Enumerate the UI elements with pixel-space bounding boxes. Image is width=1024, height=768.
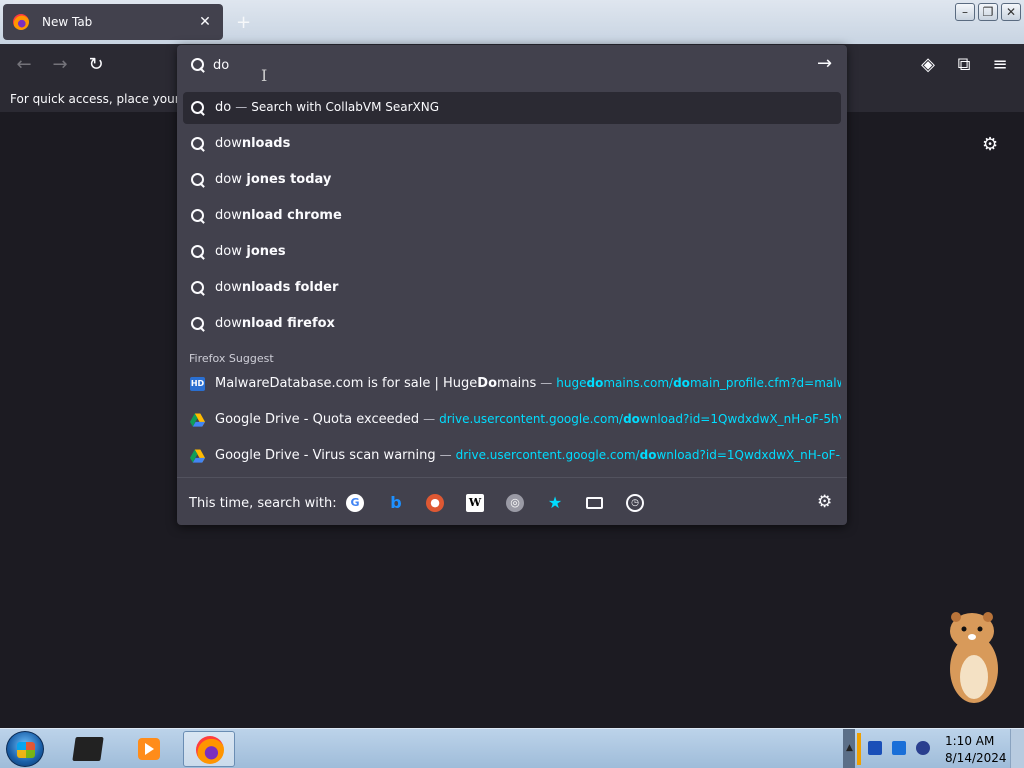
clock-date[interactable]: 8/14/2024 xyxy=(945,751,1007,765)
suggestion-row[interactable]: downloads xyxy=(183,128,841,160)
suggestion-completion: jones today xyxy=(241,172,332,187)
result-title-match: Do xyxy=(477,376,498,391)
media-player-icon xyxy=(138,738,160,760)
suggestion-row[interactable]: downloads folder xyxy=(183,272,841,304)
search-icon xyxy=(191,101,205,115)
result-title: Google Drive - Quota exceeded xyxy=(215,412,420,427)
show-hidden-icons-button[interactable]: ▲ xyxy=(846,743,853,753)
maximize-button[interactable]: ❐ xyxy=(978,3,998,21)
separator: — xyxy=(540,376,553,390)
suggestion-completion: nload chrome xyxy=(241,208,342,223)
tab-new-tab[interactable]: New Tab ✕ xyxy=(3,4,223,40)
taskbar-app-firefox[interactable] xyxy=(183,731,235,767)
suggestion-prefix: dow xyxy=(215,172,242,187)
suggestion-text: do xyxy=(215,100,232,115)
firefox-icon xyxy=(13,14,29,30)
result-title: MalwareDatabase.com is for sale | Huge xyxy=(215,376,478,391)
search-icon xyxy=(191,173,205,187)
tab-title: New Tab xyxy=(42,15,93,29)
search-with-bar: This time, search with: G b ● W ◎ ★ ◷ ⚙ xyxy=(177,477,847,525)
pocket-icon[interactable]: ◈ xyxy=(916,54,940,76)
volume-icon[interactable] xyxy=(916,741,930,755)
new-tab-button[interactable]: + xyxy=(236,12,251,33)
search-icon xyxy=(191,317,205,331)
history-icon[interactable]: ◷ xyxy=(626,494,644,512)
result-title-rest: mains xyxy=(497,376,537,391)
text-cursor-icon: I xyxy=(261,66,268,85)
separator: — xyxy=(439,448,452,462)
folder-icon xyxy=(72,737,104,761)
suggestion-completion: nloads folder xyxy=(241,280,339,295)
start-button[interactable] xyxy=(6,731,44,767)
search-icon xyxy=(191,245,205,259)
taskbar-app-explorer[interactable] xyxy=(60,731,110,767)
suggestion-prefix: dow xyxy=(215,244,242,259)
reload-button[interactable]: ↻ xyxy=(84,54,108,76)
suggestion-prefix: dow xyxy=(215,316,242,331)
go-arrow-icon[interactable]: → xyxy=(817,53,832,74)
suggestion-row[interactable]: dow jones today xyxy=(183,164,841,196)
tab-strip: New Tab ✕ + – ❐ ✕ xyxy=(0,0,1024,44)
search-icon xyxy=(191,137,205,151)
tray-app-icon[interactable] xyxy=(868,741,882,755)
suggestion-completion: nloads xyxy=(241,136,291,151)
suggestion-row[interactable]: dow jones xyxy=(183,236,841,268)
search-with-label: This time, search with: xyxy=(189,496,337,511)
extensions-icon[interactable]: ⧉ xyxy=(952,54,976,76)
suggestion-row[interactable]: download chrome xyxy=(183,200,841,232)
result-url: drive.usercontent.google.com/download?id… xyxy=(455,448,841,462)
firefox-suggest-row[interactable]: HD MalwareDatabase.com is for sale | Hug… xyxy=(183,368,841,400)
search-icon xyxy=(191,58,205,72)
urlbar-dropdown: → do—Search with CollabVM SearXNG downlo… xyxy=(177,45,847,525)
forward-button[interactable]: → xyxy=(48,54,72,76)
search-icon xyxy=(191,281,205,295)
tray-marker xyxy=(857,733,861,765)
close-window-button[interactable]: ✕ xyxy=(1001,3,1021,21)
customize-page-gear-icon[interactable]: ⚙ xyxy=(982,134,998,155)
suggestion-prefix: dow xyxy=(215,136,242,151)
firefox-icon xyxy=(196,736,224,764)
result-url: drive.usercontent.google.com/download?id… xyxy=(439,412,841,426)
suggestion-prefix: dow xyxy=(215,208,242,223)
firefox-suggest-heading: Firefox Suggest xyxy=(189,352,274,365)
google-drive-icon xyxy=(190,449,205,463)
duckduckgo-icon[interactable]: ● xyxy=(426,494,444,512)
suggestion-prefix: dow xyxy=(215,280,242,295)
firefox-suggest-row[interactable]: Google Drive - Quota exceeded — drive.user… xyxy=(183,404,841,436)
taskbar: ▲ 1:10 AM 8/14/2024 xyxy=(0,728,1024,768)
result-title: Google Drive - Virus scan warning xyxy=(215,448,436,463)
clock-time[interactable]: 1:10 AM xyxy=(945,734,994,748)
separator: — xyxy=(423,412,436,426)
tabs-icon[interactable] xyxy=(586,497,603,509)
search-action-label: Search with CollabVM SearXNG xyxy=(251,100,440,114)
suggestion-row-search-action[interactable]: do — Search with CollabVM SearXNG xyxy=(183,92,841,124)
google-drive-icon xyxy=(190,413,205,427)
show-desktop-button[interactable] xyxy=(1010,729,1024,768)
search-settings-gear-icon[interactable]: ⚙ xyxy=(817,492,832,512)
suggestion-completion: jones xyxy=(241,244,286,259)
close-tab-icon[interactable]: ✕ xyxy=(197,14,213,30)
result-url: hugedomains.com/domain_profile.cfm?d=mal… xyxy=(556,376,841,390)
google-icon[interactable]: G xyxy=(346,494,364,512)
urlbar: → xyxy=(177,45,847,85)
app-menu-button[interactable]: ≡ xyxy=(988,54,1012,76)
suggestion-completion: nload firefox xyxy=(241,316,335,331)
back-button[interactable]: ← xyxy=(12,54,36,76)
hamster-desktop-pet[interactable] xyxy=(942,607,1004,707)
hugedomains-icon: HD xyxy=(190,377,205,391)
search-icon xyxy=(191,209,205,223)
firefox-suggest-row[interactable]: Google Drive - Virus scan warning — drive.… xyxy=(183,440,841,472)
wikipedia-icon[interactable]: W xyxy=(466,494,484,512)
separator: — xyxy=(235,100,248,114)
taskbar-app-media-player[interactable] xyxy=(124,731,174,767)
bing-icon[interactable]: b xyxy=(387,494,405,512)
bookmarks-icon[interactable]: ★ xyxy=(546,494,564,512)
url-input[interactable] xyxy=(213,55,803,75)
searx-icon[interactable]: ◎ xyxy=(506,494,524,512)
minimize-button[interactable]: – xyxy=(955,3,975,21)
network-icon[interactable] xyxy=(892,741,906,755)
suggestion-row[interactable]: download firefox xyxy=(183,308,841,340)
